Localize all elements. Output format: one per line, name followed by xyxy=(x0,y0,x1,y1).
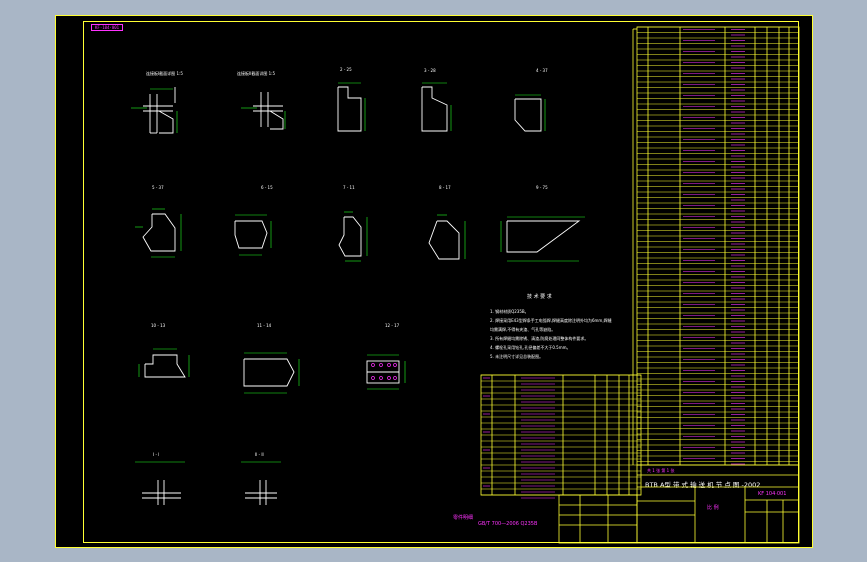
bolt-hole xyxy=(393,376,397,380)
detail-part-3 xyxy=(421,86,448,132)
detail-section-I xyxy=(142,480,181,505)
bolt-hole xyxy=(387,376,391,380)
detail-part-5 xyxy=(142,213,176,252)
bolt-hole xyxy=(387,363,391,367)
detail-section-II xyxy=(245,480,277,505)
cad-drawing-canvas xyxy=(131,26,800,544)
detail-part-9 xyxy=(506,220,581,253)
bolt-hole xyxy=(371,376,375,380)
bolt-hole xyxy=(393,363,397,367)
title-block xyxy=(636,464,800,544)
detail-part-4 xyxy=(514,98,542,132)
detail-connection-plate-2 xyxy=(253,92,284,130)
bolt-hole xyxy=(371,363,375,367)
detail-part-8 xyxy=(428,220,460,260)
cad-viewport[interactable]: KF·104·001 连接板I截面详图 1:5 连接板II截面详图 1:5 2 … xyxy=(55,15,813,548)
detail-part-10 xyxy=(144,354,186,378)
bolt-hole xyxy=(379,376,383,380)
detail-part-11 xyxy=(243,358,295,387)
parts-list-table xyxy=(632,26,800,466)
detail-part-7 xyxy=(338,216,362,257)
bolt-hole xyxy=(379,363,383,367)
detail-part-6 xyxy=(234,220,268,249)
detail-connection-plate-1 xyxy=(143,87,176,134)
detail-part-2 xyxy=(337,86,362,132)
